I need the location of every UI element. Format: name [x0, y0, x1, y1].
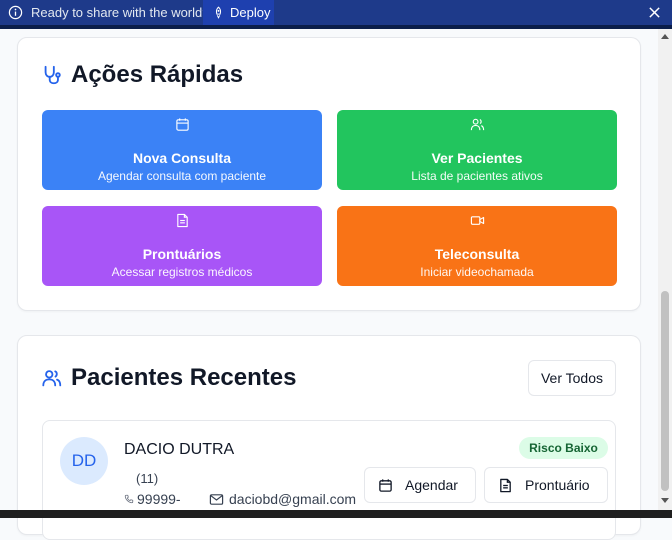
mail-icon [209, 493, 224, 505]
patient-email-row: daciobd@gmail.com [209, 491, 356, 507]
medical-records-button[interactable]: Prontuários Acessar registros médicos [42, 206, 322, 286]
view-all-button[interactable]: Ver Todos [528, 360, 616, 396]
tile-label: Teleconsulta [434, 246, 520, 262]
deploy-label: Deploy [230, 5, 271, 20]
teleconsultation-button[interactable]: Teleconsulta Iniciar videochamada [337, 206, 617, 286]
file-text-icon [500, 478, 511, 492]
tile-label: Nova Consulta [132, 150, 231, 166]
users-icon [42, 370, 62, 387]
recent-patients-header: Pacientes Recentes [41, 364, 296, 392]
users-icon [470, 118, 485, 131]
tile-subtitle: Iniciar videochamada [420, 265, 534, 279]
recent-patients-card: Pacientes Recentes Ver Todos DD DACIO DU… [17, 335, 641, 540]
close-icon[interactable] [648, 6, 661, 19]
quick-actions-header: Ações Rápidas [41, 61, 243, 89]
deploy-banner: Ready to share with the world? Deploy [0, 0, 672, 25]
info-icon [8, 5, 23, 20]
scrollbar-thumb[interactable] [661, 291, 669, 491]
quick-actions-title: Ações Rápidas [71, 61, 244, 88]
medical-record-button[interactable]: Prontuário [484, 467, 608, 503]
calendar-icon [379, 478, 392, 492]
scroll-up-arrow-icon[interactable] [661, 34, 669, 39]
schedule-button[interactable]: Agendar [364, 467, 476, 503]
risk-badge: Risco Baixo [519, 437, 608, 459]
window-bottom-edge [0, 510, 672, 518]
phone-icon [124, 494, 134, 504]
recent-patients-title: Pacientes Recentes [71, 364, 297, 391]
tile-label: Ver Pacientes [431, 150, 523, 166]
tile-subtitle: Agendar consulta com paciente [97, 169, 267, 183]
tile-subtitle: Acessar registros médicos [111, 265, 253, 279]
banner-divider [0, 25, 672, 29]
avatar: DD [60, 437, 108, 485]
view-patients-button[interactable]: Ver Pacientes Lista de pacientes ativos [337, 110, 617, 190]
video-icon [470, 216, 485, 225]
rocket-icon [215, 6, 222, 19]
patient-phone-number: 99999- [137, 491, 181, 507]
deploy-button[interactable]: Deploy [203, 0, 274, 25]
patient-phone: (11) [136, 471, 159, 486]
stethoscope-icon [44, 65, 61, 85]
calendar-icon [176, 118, 189, 131]
new-consultation-button[interactable]: Nova Consulta Agendar consulta com pacie… [42, 110, 322, 190]
patient-card[interactable]: DD DACIO DUTRA Risco Baixo (11) 99999- d… [42, 420, 616, 540]
patient-phone-continued: 99999- [124, 491, 181, 507]
scroll-down-arrow-icon[interactable] [661, 498, 669, 503]
tile-subtitle: Lista de pacientes ativos [411, 169, 543, 183]
patient-name: DACIO DUTRA [124, 441, 235, 458]
schedule-label: Agendar [405, 477, 458, 493]
banner-message: Ready to share with the world? [31, 5, 210, 20]
file-text-icon [177, 213, 188, 228]
quick-actions-card: Ações Rápidas Nova Consulta Agendar cons… [17, 37, 641, 311]
patient-email: daciobd@gmail.com [229, 491, 357, 507]
tile-label: Prontuários [142, 246, 222, 262]
medical-record-label: Prontuário [525, 477, 590, 493]
